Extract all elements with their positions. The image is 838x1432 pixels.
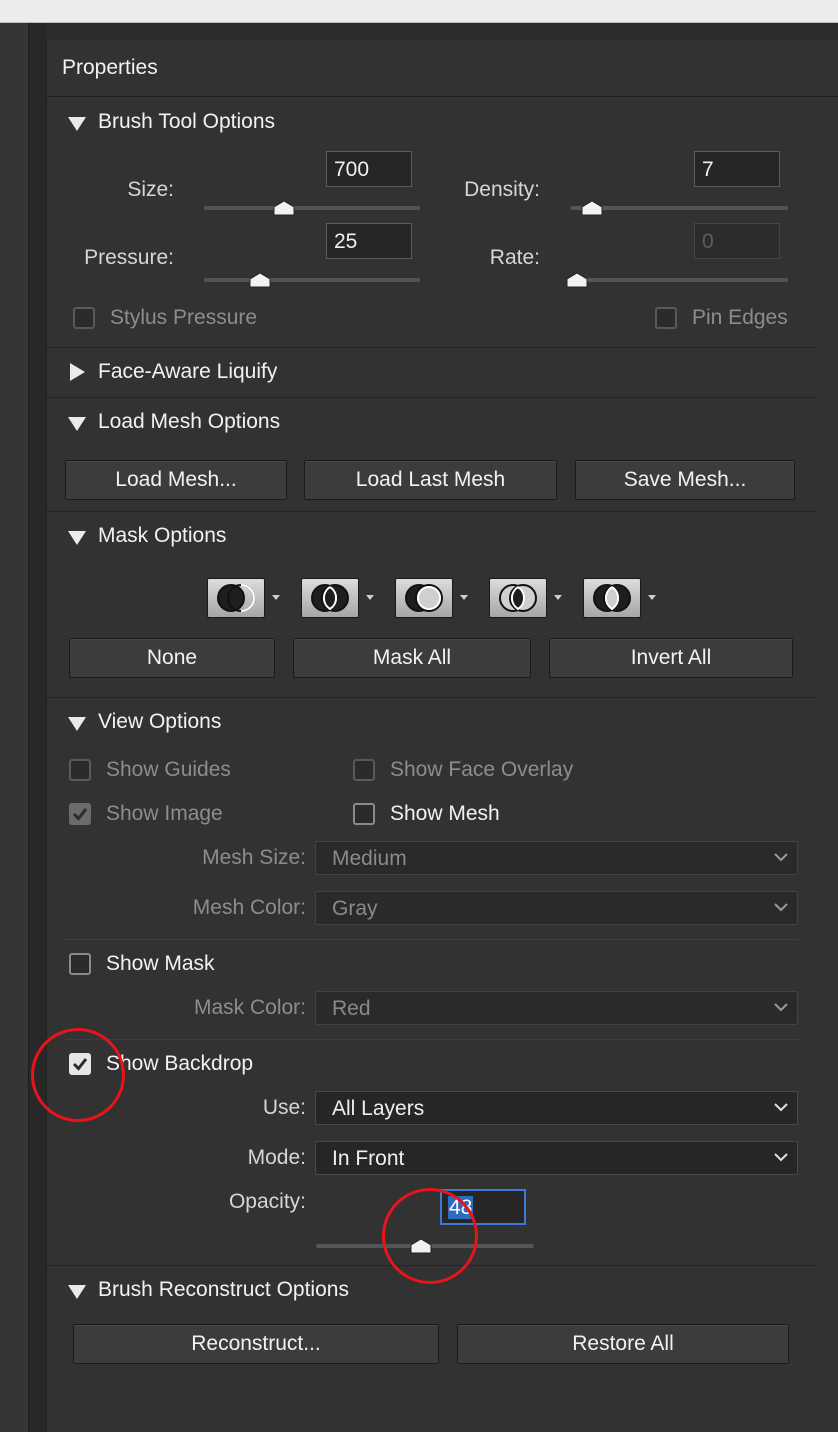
show-mesh-checkbox[interactable] xyxy=(353,803,375,825)
left-toolbar-strip xyxy=(0,23,28,1432)
show-guides-label: Show Guides xyxy=(106,758,231,781)
collapse-triangle-icon[interactable] xyxy=(68,417,86,431)
use-label: Use: xyxy=(262,1096,306,1119)
mode-value: In Front xyxy=(332,1147,405,1170)
expand-triangle-icon[interactable] xyxy=(70,363,85,381)
panel-title: Properties xyxy=(62,56,158,79)
mask-replace-icon[interactable] xyxy=(207,578,265,618)
section-title-load-mesh[interactable]: Load Mesh Options xyxy=(98,410,280,434)
stylus-pressure-label: Stylus Pressure xyxy=(110,306,258,329)
collapse-triangle-icon[interactable] xyxy=(68,117,86,131)
use-select[interactable]: All Layers xyxy=(315,1091,798,1125)
chevron-down-icon[interactable] xyxy=(460,595,468,600)
section-divider xyxy=(47,397,817,398)
chevron-down-icon[interactable] xyxy=(366,595,374,600)
mesh-color-value: Gray xyxy=(332,897,378,920)
show-face-overlay-checkbox[interactable] xyxy=(353,759,375,781)
save-mesh-button[interactable]: Save Mesh... xyxy=(575,460,795,500)
invert-all-button[interactable]: Invert All xyxy=(549,638,793,678)
mesh-color-select[interactable]: Gray xyxy=(315,891,798,925)
pin-edges-label: Pin Edges xyxy=(692,306,788,329)
mask-intersect-icon[interactable] xyxy=(489,578,547,618)
show-image-label: Show Image xyxy=(106,802,223,825)
mask-none-button[interactable]: None xyxy=(69,638,275,678)
highlight-circle-annotation xyxy=(382,1188,478,1284)
density-input[interactable]: 7 xyxy=(694,151,780,187)
mask-invert-icon[interactable] xyxy=(583,578,641,618)
panel-gutter xyxy=(28,23,47,1432)
restore-all-button[interactable]: Restore All xyxy=(457,1324,789,1364)
chevron-down-icon[interactable] xyxy=(648,595,656,600)
pressure-input[interactable]: 25 xyxy=(326,223,412,259)
pin-edges-checkbox[interactable] xyxy=(655,307,677,329)
chevron-down-icon[interactable] xyxy=(554,595,562,600)
collapse-triangle-icon[interactable] xyxy=(68,717,86,731)
show-mask-label: Show Mask xyxy=(106,952,215,975)
highlight-circle-annotation xyxy=(31,1028,125,1122)
reconstruct-button[interactable]: Reconstruct... xyxy=(73,1324,439,1364)
chevron-down-icon xyxy=(774,1003,788,1012)
mesh-size-select[interactable]: Medium xyxy=(315,841,798,875)
mask-color-label: Mask Color: xyxy=(193,996,306,1019)
show-backdrop-label: Show Backdrop xyxy=(106,1052,254,1075)
mesh-size-label: Mesh Size: xyxy=(202,846,306,869)
subsection-divider xyxy=(64,1039,798,1040)
chevron-down-icon xyxy=(774,1153,788,1162)
size-label: Size: xyxy=(127,178,174,201)
stylus-pressure-checkbox[interactable] xyxy=(73,307,95,329)
density-label: Density: xyxy=(464,178,540,201)
mode-select[interactable]: In Front xyxy=(315,1141,798,1175)
load-last-mesh-button[interactable]: Load Last Mesh xyxy=(304,460,557,500)
size-input[interactable]: 700 xyxy=(326,151,412,187)
section-title-face-aware[interactable]: Face-Aware Liquify xyxy=(98,360,277,384)
collapse-triangle-icon[interactable] xyxy=(68,531,86,545)
mask-color-value: Red xyxy=(332,997,371,1020)
show-face-overlay-label: Show Face Overlay xyxy=(390,758,574,781)
rate-input[interactable]: 0 xyxy=(694,223,780,259)
chevron-down-icon[interactable] xyxy=(272,595,280,600)
mask-subtract-icon[interactable] xyxy=(395,578,453,618)
section-divider xyxy=(47,511,817,512)
size-slider-track[interactable] xyxy=(204,200,420,216)
section-title-brush-tool[interactable]: Brush Tool Options xyxy=(98,110,275,134)
checkmark-icon xyxy=(72,808,88,821)
section-title-brush-reconstruct[interactable]: Brush Reconstruct Options xyxy=(98,1278,349,1302)
section-divider xyxy=(47,697,817,698)
section-title-view-options[interactable]: View Options xyxy=(98,710,221,734)
chevron-down-icon xyxy=(774,903,788,912)
mask-color-select[interactable]: Red xyxy=(315,991,798,1025)
pressure-slider-track[interactable] xyxy=(204,272,420,288)
window-title-bar xyxy=(0,0,838,23)
mask-add-icon[interactable] xyxy=(301,578,359,618)
mesh-color-label: Mesh Color: xyxy=(192,896,306,919)
mode-label: Mode: xyxy=(247,1146,306,1169)
subsection-divider xyxy=(64,939,798,940)
chevron-down-icon xyxy=(774,1103,788,1112)
rate-label: Rate: xyxy=(489,246,540,269)
load-mesh-button[interactable]: Load Mesh... xyxy=(65,460,287,500)
pressure-label: Pressure: xyxy=(84,246,174,269)
panel-header xyxy=(47,40,838,97)
section-title-mask-options[interactable]: Mask Options xyxy=(98,524,226,548)
show-image-checkbox[interactable] xyxy=(69,803,91,825)
use-value: All Layers xyxy=(332,1097,425,1120)
chevron-down-icon xyxy=(774,853,788,862)
show-guides-checkbox[interactable] xyxy=(69,759,91,781)
mesh-size-value: Medium xyxy=(332,847,407,870)
density-slider-track[interactable] xyxy=(570,200,788,216)
show-mesh-label: Show Mesh xyxy=(390,802,500,825)
rate-slider-track[interactable] xyxy=(566,272,788,288)
mask-all-button[interactable]: Mask All xyxy=(293,638,531,678)
section-divider xyxy=(47,347,817,348)
show-mask-checkbox[interactable] xyxy=(69,953,91,975)
opacity-label: Opacity: xyxy=(228,1190,306,1213)
collapse-triangle-icon[interactable] xyxy=(68,1285,86,1299)
